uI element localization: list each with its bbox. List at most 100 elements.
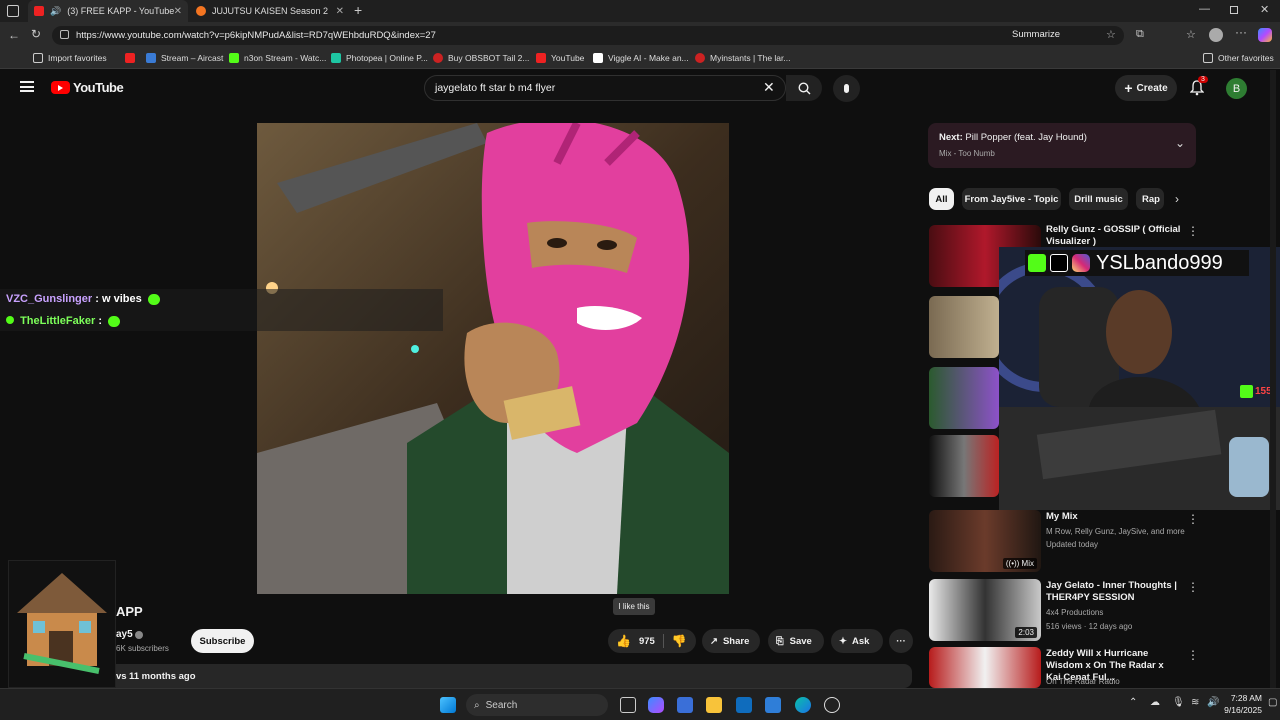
mail-icon[interactable] [765, 697, 781, 713]
upload-age: 11 months ago [129, 671, 196, 682]
rec-more-icon[interactable]: ⋮ [1187, 648, 1199, 662]
rec-meta: 516 views · 12 days ago [1046, 622, 1133, 631]
outlook-icon[interactable] [736, 697, 752, 713]
youtube-logo[interactable]: YouTube [51, 80, 124, 95]
tab-actions-icon[interactable] [7, 5, 19, 17]
photopea-icon [331, 53, 341, 63]
notifications-button[interactable]: 3 [1189, 76, 1208, 101]
refresh-icon[interactable]: ↻ [31, 27, 41, 41]
chip-drill-music[interactable]: Drill music [1069, 188, 1128, 210]
video-player[interactable] [257, 123, 729, 594]
close-tab-icon[interactable]: ✕ [336, 6, 344, 17]
rec-more-icon[interactable]: ⋮ [1187, 580, 1199, 594]
chip-from-jay5ive[interactable]: From Jay5ive - Topic [962, 188, 1061, 210]
volume-icon[interactable]: 🔊 [1207, 697, 1219, 708]
task-view-icon[interactable] [620, 697, 636, 713]
more-menu-icon[interactable]: ··· [1235, 25, 1247, 39]
share-button[interactable]: ↗ Share [702, 629, 760, 653]
store-icon[interactable] [677, 697, 693, 713]
ask-button[interactable]: ✦ Ask [831, 629, 883, 653]
like-button[interactable]: 👍 975 [608, 634, 655, 648]
bookmark-aircast[interactable]: Stream – Aircast [146, 53, 223, 63]
favorites-icon[interactable]: ☆ [1186, 28, 1196, 41]
close-tab-icon[interactable]: ✕ [174, 6, 182, 17]
favorite-star-icon[interactable]: ☆ [1106, 28, 1116, 41]
rec-title[interactable]: Jay Gelato - Inner Thoughts | THER4PY SE… [1046, 580, 1181, 604]
youtube-favicon-icon [34, 6, 44, 16]
rec-thumbnail[interactable] [929, 367, 999, 429]
taskbar-search[interactable]: ⌕ Search [466, 694, 608, 716]
up-next-panel[interactable]: Next: Pill Popper (feat. Jay Hound) Mix … [928, 123, 1196, 168]
microphone-tray-icon[interactable]: 🎙 [1172, 697, 1185, 708]
kick-icon [229, 53, 239, 63]
chevron-down-icon[interactable]: ⌄ [1175, 136, 1185, 150]
address-bar[interactable]: https://www.youtube.com/watch?v=p6kipNMP… [52, 26, 1124, 45]
channel-name[interactable]: ay5 [116, 629, 133, 640]
rec-thumbnail[interactable] [929, 296, 999, 358]
close-window-button[interactable]: ✕ [1260, 3, 1269, 16]
new-tab-button[interactable]: + [354, 2, 362, 18]
windows-start-icon[interactable] [440, 697, 456, 713]
restore-window-button[interactable] [1230, 6, 1238, 14]
bookmark-youtube[interactable]: YouTube [536, 53, 584, 63]
copilot-icon[interactable] [648, 697, 664, 713]
dislike-button[interactable]: 👎 [672, 634, 687, 648]
voice-search-button[interactable] [833, 75, 860, 102]
rec-more-icon[interactable]: ⋮ [1187, 224, 1199, 238]
rec-thumbnail[interactable]: ((•)) Mix [929, 510, 1041, 572]
rec-title[interactable]: Relly Gunz - GOSSIP ( Official Visualize… [1046, 224, 1181, 248]
subscribe-button[interactable]: Subscribe [191, 629, 254, 653]
account-avatar[interactable]: B [1226, 78, 1247, 99]
extensions-icon[interactable]: ⧉ [1136, 28, 1144, 41]
notification-center-icon[interactable]: ▢ [1268, 697, 1277, 708]
file-explorer-icon[interactable] [706, 697, 722, 713]
chips-next-icon[interactable]: › [1175, 192, 1179, 206]
create-button[interactable]: + Create [1115, 75, 1177, 101]
bookmark-label: n3on Stream - Watc... [244, 53, 327, 63]
speaker-icon: 🔊 [50, 5, 62, 16]
description-box[interactable] [96, 664, 912, 688]
tab-youtube[interactable]: 🔊 (3) FREE KAPP - YouTube ✕ [28, 0, 188, 22]
minimize-window-button[interactable]: — [1199, 3, 1210, 15]
rec-thumbnail[interactable] [929, 435, 999, 497]
save-button[interactable]: ⎘ Save [768, 629, 824, 653]
rec-more-icon[interactable]: ⋮ [1187, 512, 1199, 526]
copilot-icon[interactable] [1258, 28, 1272, 42]
profile-avatar[interactable] [1209, 28, 1223, 42]
chip-rap[interactable]: Rap [1136, 188, 1164, 210]
more-actions-button[interactable]: ··· [889, 629, 913, 653]
site-info-icon[interactable] [60, 30, 69, 39]
bookmark-youtube-red[interactable] [125, 53, 140, 63]
back-icon[interactable]: ← [8, 28, 20, 42]
summarize-button[interactable]: Summarize [1012, 29, 1060, 40]
taskbar-time[interactable]: 7:28 AM [1222, 693, 1262, 703]
page-scrollbar[interactable] [1270, 70, 1276, 688]
save-label: Save [789, 635, 812, 647]
rec-thumbnail[interactable]: 2:03 [929, 579, 1041, 641]
bookmark-n3on[interactable]: n3on Stream - Watc... [229, 53, 326, 63]
search-icon [797, 81, 810, 94]
chip-all[interactable]: All [929, 188, 954, 210]
bookmark-obsbot[interactable]: Buy OBSBOT Tail 2... [433, 53, 529, 63]
taskbar-search-label: Search [485, 699, 518, 711]
rec-thumbnail[interactable] [929, 647, 1041, 688]
bookmark-photopea[interactable]: Photopea | Online P... [331, 53, 428, 63]
bookmark-import-favorites[interactable]: Import favorites [33, 53, 107, 63]
tray-chevron-icon[interactable]: ⌃ [1129, 697, 1137, 708]
tab-jujutsu[interactable]: JUJUTSU KAISEN Season 2 (Englis ✕ [190, 0, 350, 22]
search-input[interactable]: jaygelato ft star b m4 flyer ✕ [424, 75, 786, 101]
clear-search-icon[interactable]: ✕ [763, 79, 775, 96]
chat-emote-icon [108, 315, 121, 327]
obs-icon[interactable] [824, 697, 840, 713]
taskbar-date[interactable]: 9/16/2025 [1222, 705, 1262, 715]
wifi-icon[interactable]: ≋ [1191, 697, 1199, 708]
bookmark-myinstants[interactable]: Myinstants | The lar... [695, 53, 790, 63]
bookmark-viggle[interactable]: Viggle AI - Make an... [593, 53, 689, 63]
search-button[interactable] [786, 75, 822, 101]
myinstants-icon [695, 53, 705, 63]
onedrive-icon[interactable]: ☁ [1150, 697, 1160, 708]
hamburger-menu-icon[interactable] [20, 81, 34, 92]
edge-icon[interactable] [795, 697, 811, 713]
rec-title[interactable]: My Mix [1046, 511, 1078, 523]
bookmark-other-favorites[interactable]: Other favorites [1203, 53, 1274, 63]
